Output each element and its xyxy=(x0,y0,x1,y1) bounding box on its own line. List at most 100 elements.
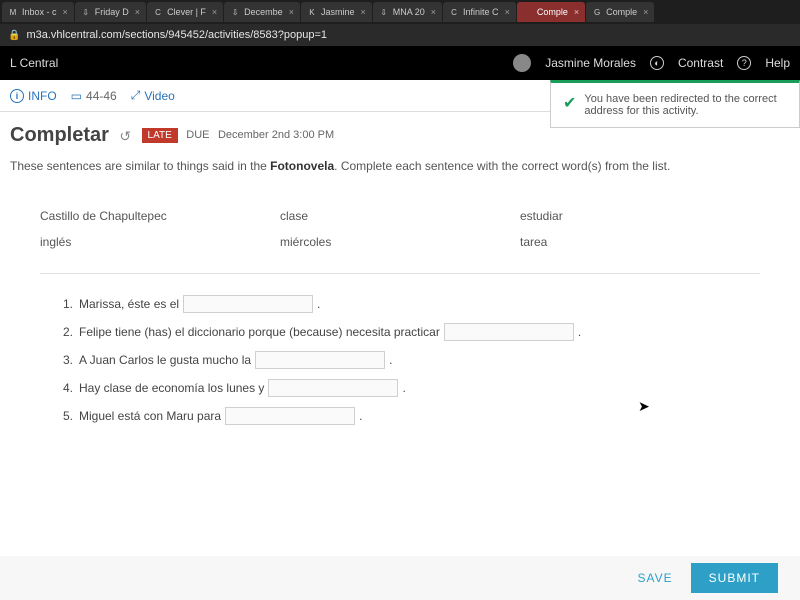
question-text: Felipe tiene (has) el diccionario porque… xyxy=(79,325,440,339)
cursor-icon: ➤ xyxy=(638,398,650,415)
pages-link[interactable]: ▭ 44-46 xyxy=(71,89,117,103)
browser-tab[interactable]: G Comple × xyxy=(586,2,654,22)
tab-label: Clever | F xyxy=(167,7,206,17)
activity-topbar: i INFO ▭ 44-46 ⤢ Video ✔ You have been r… xyxy=(0,80,800,112)
due-label: DUE xyxy=(186,129,209,141)
question-text: Marissa, éste es el xyxy=(79,297,179,311)
answer-input[interactable] xyxy=(183,295,313,313)
info-icon: i xyxy=(10,89,24,103)
browser-tab[interactable]: ⇩Decembe× xyxy=(224,2,300,22)
save-button[interactable]: SAVE xyxy=(638,571,673,585)
browser-tab[interactable]: ⇩ Friday D × xyxy=(75,2,146,22)
close-icon[interactable]: × xyxy=(135,7,140,17)
wordbank-item: clase xyxy=(280,203,520,229)
site-title: L Central xyxy=(10,56,499,70)
tab-label: Comple xyxy=(537,7,568,17)
close-icon[interactable]: × xyxy=(63,7,68,17)
reset-icon[interactable]: ↺ xyxy=(119,128,131,144)
question-suffix: . xyxy=(359,409,362,423)
browser-tab[interactable]: C Clever | F × xyxy=(147,2,223,22)
site-header: L Central Jasmine Morales ◐ Contrast ? H… xyxy=(0,46,800,80)
close-icon[interactable]: × xyxy=(643,7,648,17)
instructions: These sentences are similar to things sa… xyxy=(0,153,800,187)
browser-tab[interactable]: K Jasmine × xyxy=(301,2,372,22)
browser-tab[interactable]: Comple × xyxy=(517,2,585,22)
favicon: ⇩ xyxy=(81,7,91,17)
browser-tab[interactable]: MInbox - c× xyxy=(2,2,74,22)
instructions-pre: These sentences are similar to things sa… xyxy=(10,159,270,173)
submit-button[interactable]: SUBMIT xyxy=(691,563,778,593)
lock-icon: 🔒 xyxy=(8,30,20,41)
browser-tab[interactable]: ⇩ MNA 20 × xyxy=(373,2,442,22)
pages-label: 44-46 xyxy=(86,89,117,103)
contrast-icon[interactable]: ◐ xyxy=(650,56,664,70)
video-link[interactable]: ⤢ Video xyxy=(131,88,175,103)
help-icon[interactable]: ? xyxy=(737,56,751,70)
book-icon: ▭ xyxy=(71,89,82,103)
question-number: 5. xyxy=(55,409,73,423)
tab-label: Jasmine xyxy=(321,7,355,17)
url-text: m3a.vhlcentral.com/sections/945452/activ… xyxy=(26,29,327,41)
activity-title: Completar xyxy=(10,124,109,147)
word-bank: Castillo de Chapultepec clase estudiar i… xyxy=(40,193,760,274)
late-badge: LATE xyxy=(142,128,178,143)
check-icon: ✔ xyxy=(563,93,576,117)
answer-input[interactable] xyxy=(225,407,355,425)
username[interactable]: Jasmine Morales xyxy=(545,56,636,70)
close-icon[interactable]: × xyxy=(505,7,510,17)
close-icon[interactable]: × xyxy=(212,7,217,17)
favicon: G xyxy=(592,7,602,17)
favicon: C xyxy=(153,7,163,17)
question-number: 4. xyxy=(55,381,73,395)
question-suffix: . xyxy=(402,381,405,395)
wordbank-item: Castillo de Chapultepec xyxy=(40,203,280,229)
wordbank-item: miércoles xyxy=(280,229,520,255)
question-text: A Juan Carlos le gusta mucho la xyxy=(79,353,251,367)
due-value: December 2nd 3:00 PM xyxy=(218,129,334,141)
question-text: Hay clase de economía los lunes y xyxy=(79,381,264,395)
help-link[interactable]: Help xyxy=(765,56,790,70)
instructions-bold: Fotonovela xyxy=(270,159,334,173)
favicon: ⇩ xyxy=(379,7,389,17)
info-button[interactable]: i INFO xyxy=(10,89,57,103)
question-suffix: . xyxy=(578,325,581,339)
question-row: 1. Marissa, éste es el. xyxy=(55,290,745,318)
question-number: 2. xyxy=(55,325,73,339)
question-row: 3. A Juan Carlos le gusta mucho la. xyxy=(55,346,745,374)
favicon: M xyxy=(8,7,18,17)
tab-label: Friday D xyxy=(95,7,129,17)
video-label: Video xyxy=(144,89,174,103)
browser-tabs-strip: MInbox - c×⇩Friday D×CClever | F×⇩Decemb… xyxy=(0,0,800,24)
expand-icon: ⤢ xyxy=(131,88,141,103)
redirect-toast: ✔ You have been redirected to the correc… xyxy=(550,80,800,128)
wordbank-item: estudiar xyxy=(520,203,760,229)
answer-input[interactable] xyxy=(444,323,574,341)
wordbank-item: tarea xyxy=(520,229,760,255)
question-number: 1. xyxy=(55,297,73,311)
wordbank-item: inglés xyxy=(40,229,280,255)
question-number: 3. xyxy=(55,353,73,367)
tab-label: Infinite C xyxy=(463,7,499,17)
footer: SAVE SUBMIT xyxy=(0,556,800,600)
close-icon[interactable]: × xyxy=(431,7,436,17)
tab-label: MNA 20 xyxy=(393,7,425,17)
question-text: Miguel está con Maru para xyxy=(79,409,221,423)
contrast-link[interactable]: Contrast xyxy=(678,56,723,70)
favicon: ⇩ xyxy=(230,7,240,17)
answer-input[interactable] xyxy=(268,379,398,397)
question-suffix: . xyxy=(389,353,392,367)
info-label: INFO xyxy=(28,89,57,103)
close-icon[interactable]: × xyxy=(360,7,365,17)
questions: 1. Marissa, éste es el. 2. Felipe tiene (ha… xyxy=(0,284,800,442)
address-bar[interactable]: 🔒 m3a.vhlcentral.com/sections/945452/act… xyxy=(0,24,800,46)
avatar[interactable] xyxy=(513,54,531,72)
instructions-post: . Complete each sentence with the correc… xyxy=(334,159,670,173)
favicon xyxy=(523,7,533,17)
question-suffix: . xyxy=(317,297,320,311)
close-icon[interactable]: × xyxy=(574,7,579,17)
favicon: K xyxy=(307,7,317,17)
browser-tab[interactable]: CInfinite C× xyxy=(443,2,516,22)
answer-input[interactable] xyxy=(255,351,385,369)
close-icon[interactable]: × xyxy=(289,7,294,17)
tab-label: Comple xyxy=(606,7,637,17)
